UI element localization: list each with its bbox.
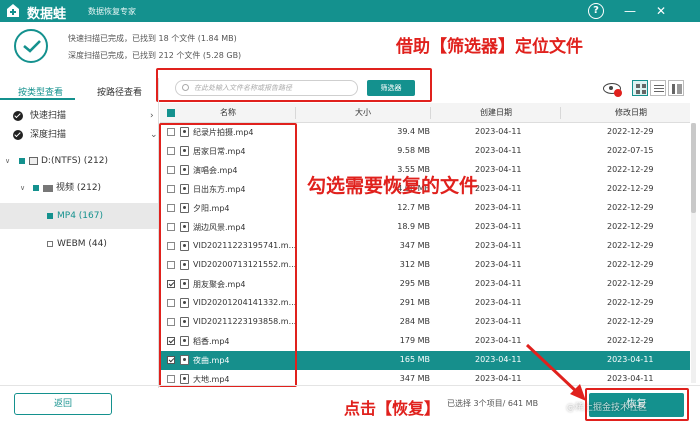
file-created: 2023-04-11	[475, 279, 522, 288]
column-divider	[430, 107, 431, 119]
partial-check-icon[interactable]	[33, 185, 39, 191]
file-size: 347 MB	[399, 374, 430, 383]
tree-drive[interactable]: ∨ D:(NTFS) (212)	[0, 148, 158, 174]
tree-deep-scan-label: 深度扫描	[30, 130, 67, 140]
file-size: 179 MB	[399, 336, 430, 345]
file-size: 291 MB	[399, 298, 430, 307]
close-icon[interactable]: ✕	[653, 3, 669, 19]
file-modified: 2022-12-29	[607, 241, 654, 250]
file-created: 2023-04-11	[475, 336, 522, 345]
column-divider	[295, 107, 296, 119]
file-created: 2023-04-11	[475, 317, 522, 326]
col-header-size[interactable]: 大小	[355, 107, 371, 118]
file-created: 2023-04-11	[475, 146, 522, 155]
file-size: 284 MB	[399, 317, 430, 326]
scan-complete-icon	[14, 29, 48, 63]
col-header-modified[interactable]: 修改日期	[615, 107, 647, 118]
annotation-click: 点击【恢复】	[344, 399, 441, 418]
file-modified: 2022-12-29	[607, 165, 654, 174]
scroll-thumb[interactable]	[691, 123, 696, 213]
annotation-select: 勾选需要恢复的文件	[307, 175, 479, 197]
file-size: 39.4 MB	[397, 127, 430, 136]
table-scrollbar[interactable]	[691, 123, 696, 383]
file-created: 2023-04-11	[475, 127, 522, 136]
tab-by-path[interactable]: 按路径查看	[97, 85, 142, 98]
annotation-box-files	[159, 123, 297, 387]
app-subtitle: 数据恢复专家	[88, 7, 136, 16]
expand-caret-icon: ∨	[20, 184, 26, 192]
annotation-box-filter	[156, 68, 432, 102]
title-bar: 数据蛙 数据恢复专家 ? — ✕	[0, 0, 700, 22]
tree-deep-scan[interactable]: 深度扫描 ⌄	[0, 122, 158, 148]
grid-view-icon[interactable]	[632, 80, 648, 96]
frog-logo-icon	[7, 4, 19, 17]
chevron-down-icon: ⌄	[150, 130, 158, 140]
tree-video-label: 视频 (212)	[56, 183, 102, 193]
check-icon	[13, 130, 23, 140]
file-size: 347 MB	[399, 241, 430, 250]
list-view-icon[interactable]	[650, 80, 666, 96]
tab-by-type[interactable]: 按类型查看	[18, 85, 63, 98]
file-modified: 2022-12-29	[607, 279, 654, 288]
file-modified: 2022-12-29	[607, 336, 654, 345]
folder-icon	[43, 185, 53, 192]
checkbox-icon[interactable]	[47, 241, 53, 247]
file-modified: 2022-12-29	[607, 260, 654, 269]
file-modified: 2022-12-29	[607, 127, 654, 136]
file-created: 2023-04-11	[475, 241, 522, 250]
file-modified: 2022-12-29	[607, 203, 654, 212]
tree-mp4-label: MP4 (167)	[57, 211, 103, 221]
file-modified: 2023-04-11	[607, 355, 654, 364]
app-name: 数据蛙	[27, 7, 67, 22]
help-icon[interactable]: ?	[588, 3, 604, 19]
file-created: 2023-04-11	[475, 184, 522, 193]
file-modified: 2022-12-29	[607, 184, 654, 193]
file-created: 2023-04-11	[475, 374, 522, 383]
table-header: 名称 大小 创建日期 修改日期	[160, 103, 690, 123]
tree-mp4[interactable]: MP4 (167)	[0, 203, 158, 229]
annotation-filter: 借助【筛选器】定位文件	[396, 37, 583, 57]
file-size: 18.9 MB	[397, 222, 430, 231]
file-size: 295 MB	[399, 279, 430, 288]
expand-caret-icon: ∨	[5, 157, 11, 165]
file-modified: 2022-12-29	[607, 317, 654, 326]
preview-badge-icon	[614, 89, 622, 97]
quick-scan-summary: 快速扫描已完成，已找到 18 个文件 (1.84 MB)	[68, 34, 237, 43]
file-size: 9.58 MB	[397, 146, 430, 155]
drive-icon	[29, 157, 38, 165]
col-header-name[interactable]: 名称	[220, 107, 236, 118]
file-modified: 2022-07-15	[607, 146, 654, 155]
file-created: 2023-04-11	[475, 222, 522, 231]
tree-webm-label: WEBM (44)	[57, 239, 107, 249]
file-created: 2023-04-11	[475, 355, 522, 364]
file-size: 312 MB	[399, 260, 430, 269]
file-size: 165 MB	[399, 355, 430, 364]
minimize-icon[interactable]: —	[622, 3, 638, 19]
active-tab-indicator	[0, 98, 75, 100]
column-divider	[560, 107, 561, 119]
file-created: 2023-04-11	[475, 298, 522, 307]
deep-scan-summary: 深度扫描已完成，已找到 212 个文件 (5.28 GB)	[68, 51, 242, 60]
file-modified: 2022-12-29	[607, 298, 654, 307]
col-header-created[interactable]: 创建日期	[480, 107, 512, 118]
file-modified: 2022-12-29	[607, 222, 654, 231]
partial-check-icon[interactable]	[47, 213, 53, 219]
partial-check-icon[interactable]	[19, 158, 25, 164]
file-size: 12.7 MB	[397, 203, 430, 212]
file-created: 2023-04-11	[475, 165, 522, 174]
detail-view-icon[interactable]	[668, 80, 684, 96]
tree-video[interactable]: ∨ 视频 (212)	[0, 175, 158, 201]
select-all-checkbox[interactable]	[167, 109, 175, 117]
tree-webm[interactable]: WEBM (44)	[0, 231, 158, 257]
annotation-box-recover	[585, 388, 689, 421]
selection-status: 已选择 3个项目/ 641 MB	[447, 399, 539, 408]
file-created: 2023-04-11	[475, 260, 522, 269]
file-modified: 2023-04-11	[607, 374, 654, 383]
tree-drive-label: D:(NTFS) (212)	[41, 156, 109, 166]
back-button[interactable]: 返回	[14, 393, 112, 415]
file-created: 2023-04-11	[475, 203, 522, 212]
check-icon	[13, 111, 23, 121]
